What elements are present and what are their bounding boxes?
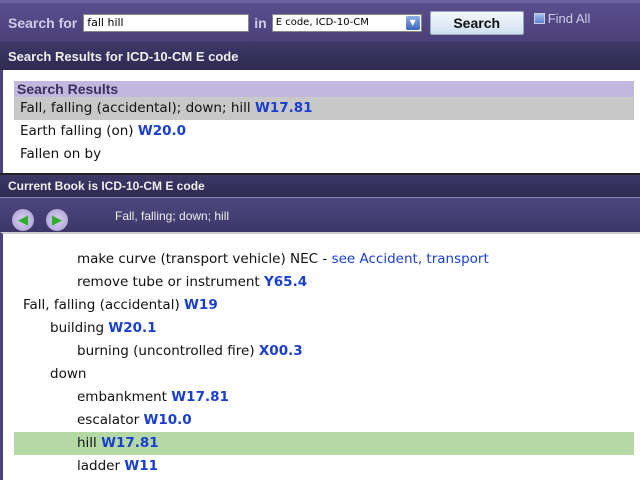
result-code[interactable]: W17.81 <box>255 100 313 116</box>
back-arrow-icon[interactable]: ◀ <box>12 209 34 231</box>
tree-item-code[interactable]: X00.3 <box>259 343 303 359</box>
search-results-title: Search Results <box>14 81 634 97</box>
book-select-value: E code, ICD-10-CM <box>275 16 369 28</box>
book-select[interactable]: E code, ICD-10-CM ▼ <box>271 13 422 32</box>
tree-item[interactable]: ladder W11 <box>14 455 634 478</box>
search-results-panel: Search Results Fall, falling (accidental… <box>0 70 640 173</box>
tree-item[interactable]: hill W17.81 <box>14 432 634 455</box>
tree-item-text: embankment <box>77 389 167 405</box>
results-header: Search Results for ICD-10-CM E code <box>0 42 640 70</box>
tree-item-code[interactable]: W10.0 <box>143 412 191 428</box>
index-tree: make curve (transport vehicle) NEC - see… <box>0 232 640 480</box>
find-all-label[interactable]: Find All <box>548 11 591 26</box>
result-text: Fall, falling (accidental); down; hill <box>20 100 251 116</box>
tree-item-text: building <box>50 320 105 336</box>
see-also-link[interactable]: see Accident, transport <box>332 251 489 267</box>
find-all-checkbox[interactable] <box>533 13 545 24</box>
tree-item-code[interactable]: W17.81 <box>171 389 229 405</box>
breadcrumb: Fall, falling; down; hill <box>115 209 230 223</box>
search-input[interactable] <box>83 13 250 32</box>
tree-item-text: escalator <box>77 412 140 428</box>
search-button[interactable]: Search <box>429 10 524 35</box>
tree-item-text: burning (uncontrolled fire) <box>77 343 255 359</box>
tree-item-code[interactable]: W17.81 <box>101 435 159 451</box>
tree-item-text: down <box>50 366 87 382</box>
result-code[interactable]: W20.0 <box>138 123 186 139</box>
tree-item-code[interactable]: W20.1 <box>108 320 156 336</box>
tree-item-text: make curve (transport vehicle) NEC - <box>77 251 328 267</box>
tree-item[interactable]: building W20.1 <box>14 317 634 340</box>
search-toolbar: Search for in E code, ICD-10-CM▼ Search … <box>0 0 640 42</box>
result-item[interactable]: Fall, falling (accidental); down; hill W… <box>14 97 634 120</box>
result-text: Fallen on by <box>20 146 102 162</box>
tree-item[interactable]: make curve (transport vehicle) NEC - see… <box>14 248 634 271</box>
chevron-down-icon[interactable]: ▼ <box>405 15 420 30</box>
tree-item[interactable]: Fall, falling (accidental) W19 <box>14 294 634 317</box>
search-for-label: Search for <box>8 14 78 31</box>
forward-arrow-icon[interactable]: ▶ <box>46 209 68 231</box>
tree-item-code[interactable]: W19 <box>184 297 218 313</box>
in-label: in <box>254 14 267 31</box>
tree-item[interactable]: escalator W10.0 <box>14 409 634 432</box>
tree-item[interactable]: embankment W17.81 <box>14 386 634 409</box>
tree-item-code[interactable]: W11 <box>124 458 158 474</box>
tree-item-text: ladder <box>77 458 121 474</box>
tree-item[interactable]: remove tube or instrument Y65.4 <box>14 271 634 294</box>
tree-item[interactable]: burning (uncontrolled fire) X00.3 <box>14 340 634 363</box>
tree-item[interactable]: down <box>14 363 634 386</box>
result-text: Earth falling (on) <box>20 123 134 139</box>
result-item[interactable]: Earth falling (on) W20.0 <box>14 120 634 143</box>
book-header: Current Book is ICD-10-CM E code <box>0 173 640 197</box>
result-item[interactable]: Fallen on by <box>14 143 634 166</box>
tree-item-code[interactable]: Y65.4 <box>264 274 307 290</box>
tree-item-text: Fall, falling (accidental) <box>23 297 180 313</box>
tree-item-text: remove tube or instrument <box>77 274 260 290</box>
navigation-bar: ◀ ▶ Fall, falling; down; hill <box>0 197 640 232</box>
tree-item-text: hill <box>77 435 97 451</box>
